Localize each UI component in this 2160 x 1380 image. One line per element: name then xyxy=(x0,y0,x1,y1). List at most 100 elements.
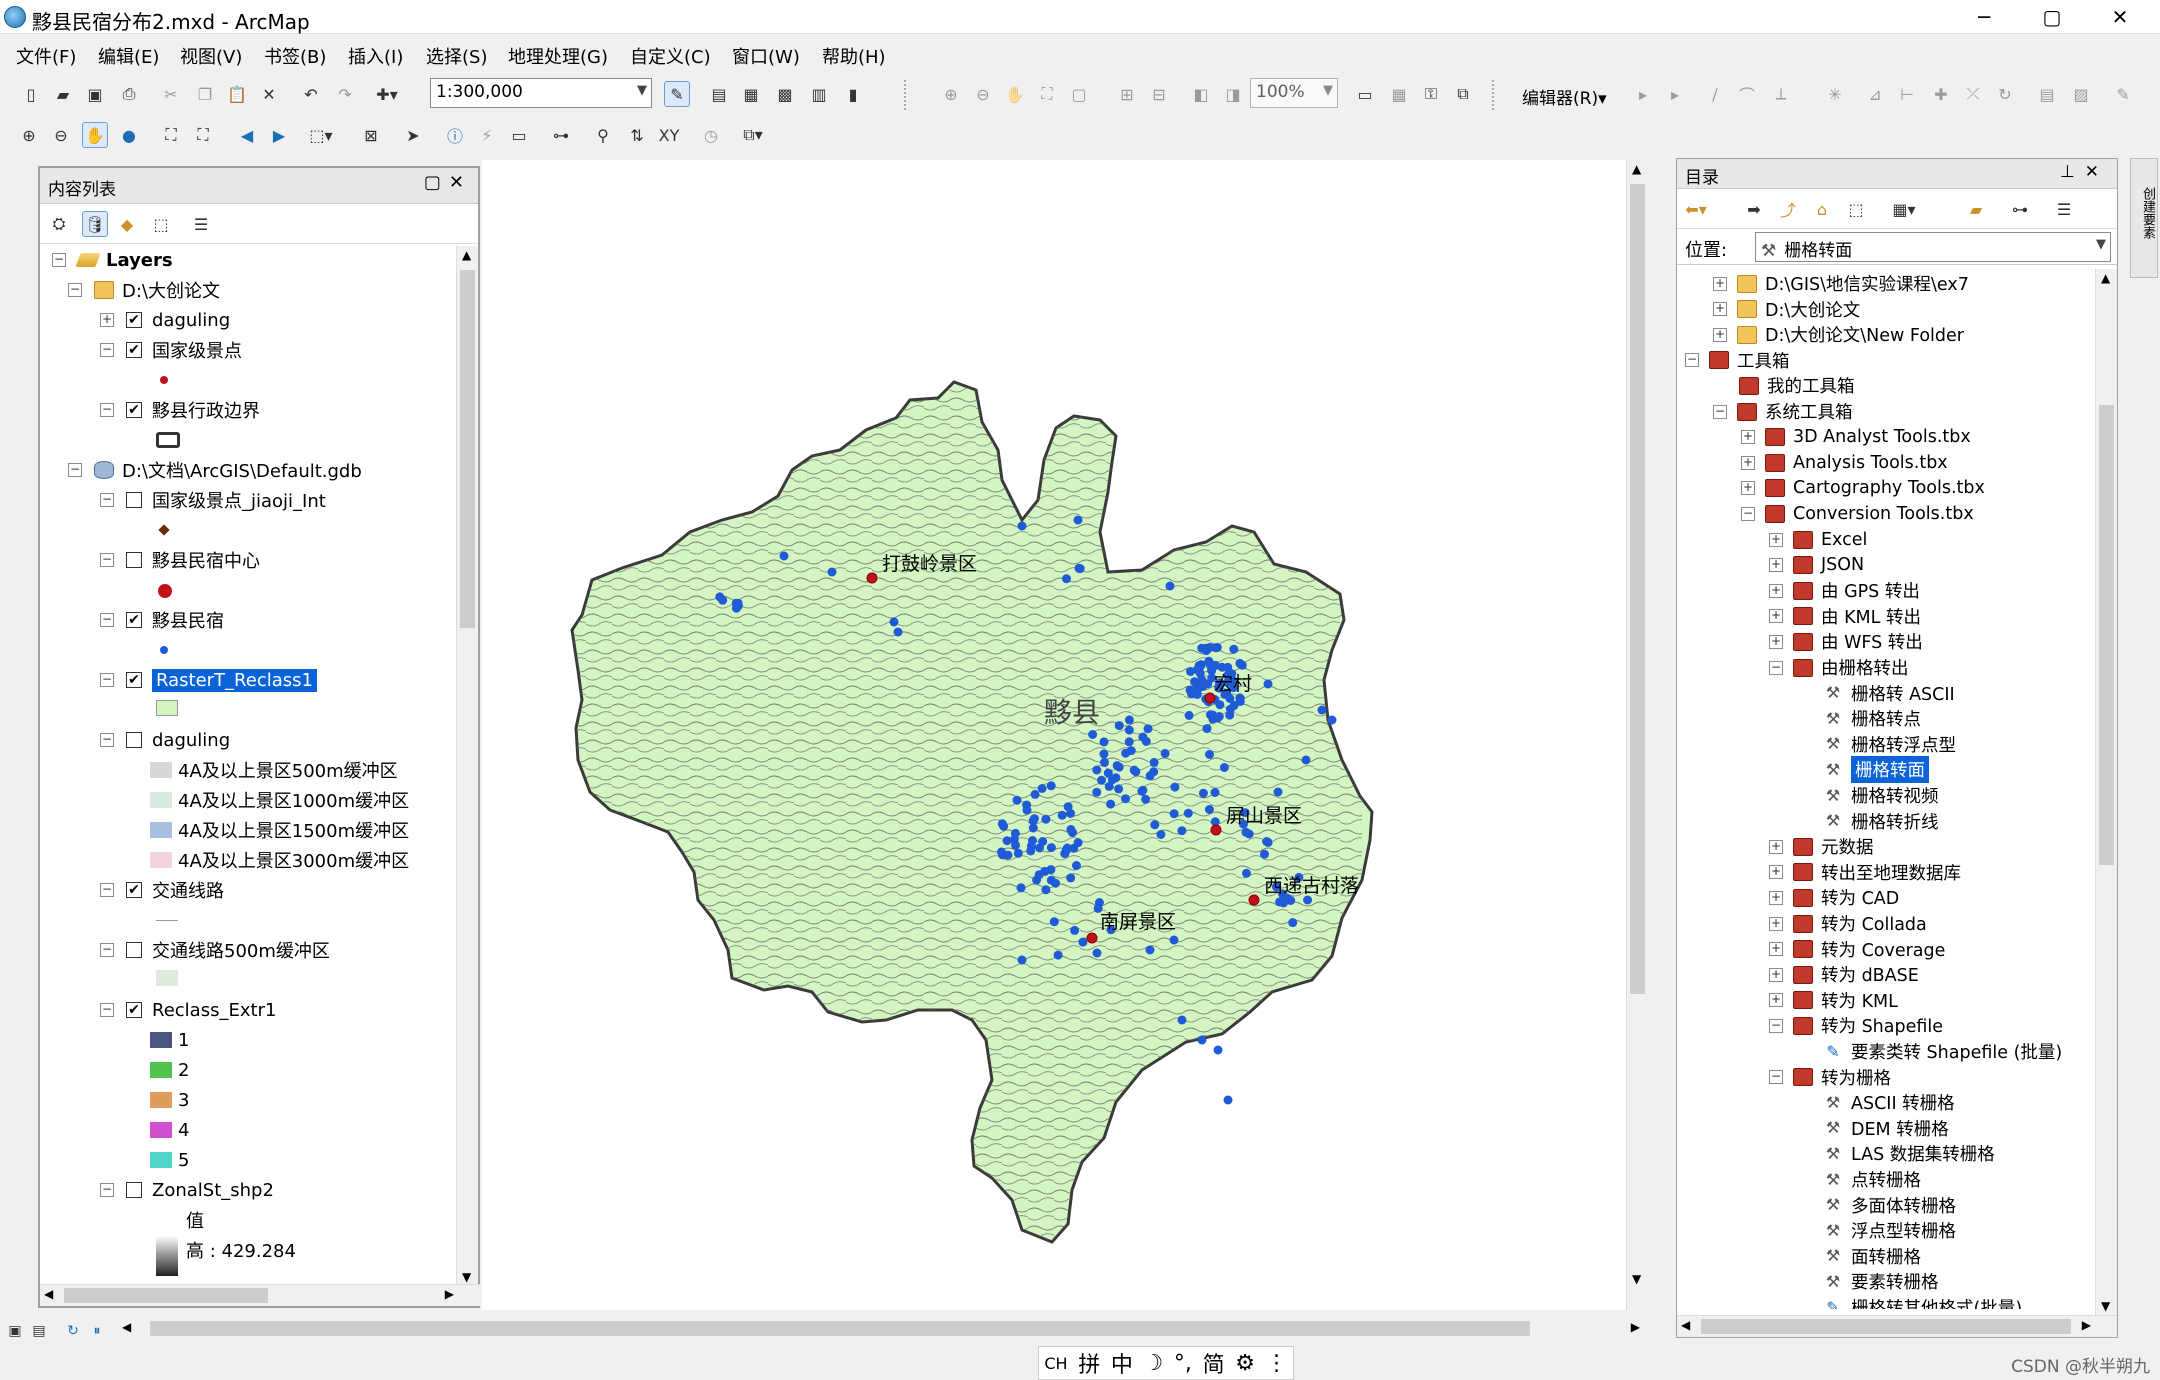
scenic-spot-nanping[interactable] xyxy=(1086,932,1098,944)
expand-icon[interactable]: + xyxy=(1769,583,1783,598)
zoom-whole-page-icon[interactable]: ⛶ xyxy=(1034,81,1060,107)
homestay-point[interactable] xyxy=(1213,1045,1223,1055)
scroll-up-icon[interactable]: ▲ xyxy=(2101,271,2110,285)
expand-icon[interactable]: + xyxy=(1769,993,1783,1008)
catalog-row[interactable]: + 转为 dBASE xyxy=(1769,962,1919,987)
map-vertical-scrollbar[interactable]: ▲ ▼ xyxy=(1626,160,1648,1310)
catalog-row[interactable]: − 转为栅格 xyxy=(1769,1065,1891,1090)
homestay-point[interactable] xyxy=(1034,870,1044,880)
minimize-button[interactable]: ─ xyxy=(1954,0,2014,34)
homestay-point[interactable] xyxy=(1184,710,1194,720)
catalog-row[interactable]: ⚒ 栅格转折线 xyxy=(1823,809,1939,834)
homestay-point[interactable] xyxy=(1046,865,1056,875)
map-canvas[interactable]: 打鼓岭景区 宏村 黟县 屏山景区 西递古村落 南屏景区 xyxy=(482,160,1648,1310)
homestay-point[interactable] xyxy=(1099,737,1109,747)
html-popup-icon[interactable]: ▭ xyxy=(506,122,532,148)
homestay-point[interactable] xyxy=(1193,683,1203,693)
catalog-row[interactable]: + D:\大创论文 xyxy=(1713,297,1860,322)
list-by-drawing-order-icon[interactable]: ⛭ xyxy=(46,211,72,237)
scroll-up-icon[interactable]: ▲ xyxy=(462,248,471,262)
delete-icon[interactable]: ✕ xyxy=(256,81,282,107)
homestay-point[interactable] xyxy=(1217,662,1227,672)
toc-row[interactable]: 4A及以上景区1500m缓冲区 xyxy=(150,816,409,844)
catalog-row[interactable]: ⚒ 多面体转栅格 xyxy=(1823,1193,1956,1218)
homestay-point[interactable] xyxy=(1124,725,1134,735)
edit-vertices-icon[interactable]: ⊿ xyxy=(1862,81,1888,107)
change-layout-icon[interactable]: ⚿ xyxy=(1418,81,1444,107)
homestay-point[interactable] xyxy=(1288,918,1298,928)
toc-row[interactable]: 高 : 429.284 xyxy=(186,1236,296,1264)
homestay-point[interactable] xyxy=(1145,945,1155,955)
catalog-row[interactable]: ✎ 要素类转 Shapefile (批量) xyxy=(1823,1039,2062,1064)
views-icon[interactable]: ▦▾ xyxy=(1891,196,1917,222)
cut-icon[interactable]: ✂ xyxy=(158,81,184,107)
scroll-down-icon[interactable]: ▼ xyxy=(462,1270,471,1284)
toc-row[interactable]: 2 xyxy=(150,1056,189,1084)
options-icon[interactable]: ☰ xyxy=(2051,196,2077,222)
sketch-properties-icon[interactable]: ▨ xyxy=(2068,81,2094,107)
homestay-point[interactable] xyxy=(1143,724,1153,734)
find-route-icon[interactable]: ⇅ xyxy=(624,122,650,148)
toc-row[interactable]: 4A及以上景区1000m缓冲区 xyxy=(150,786,409,814)
catalog-row[interactable]: ⚒ 点转栅格 xyxy=(1823,1167,1921,1192)
catalog-row[interactable]: ⚒ 栅格转浮点型 xyxy=(1823,732,1956,757)
homestay-point[interactable] xyxy=(1260,849,1269,859)
homestay-point[interactable] xyxy=(1301,755,1311,765)
homestay-point[interactable] xyxy=(1242,868,1251,878)
collapse-icon[interactable]: − xyxy=(1769,1018,1783,1033)
fixed-zoom-in-icon[interactable]: ⊕ xyxy=(938,81,964,107)
toc-row[interactable]: − 交通线路500m缓冲区 xyxy=(100,936,330,964)
expand-icon[interactable]: + xyxy=(1769,634,1783,649)
menu-help[interactable]: 帮助(H) xyxy=(822,43,886,69)
map-view[interactable]: 打鼓岭景区 宏村 黟县 屏山景区 西递古村落 南屏景区 ▲ ▼ xyxy=(482,160,1648,1310)
homestay-point[interactable] xyxy=(1177,826,1187,836)
homestay-point[interactable] xyxy=(1063,802,1073,812)
catalog-window-icon[interactable]: ▦ xyxy=(738,81,764,107)
scroll-down-icon[interactable]: ▼ xyxy=(1632,1272,1641,1286)
homestay-point[interactable] xyxy=(1229,700,1239,710)
rotate-icon[interactable]: ↻ xyxy=(1992,81,2018,107)
toc-row[interactable]: 4 xyxy=(150,1116,189,1144)
ime-more-icon[interactable]: ⋮ xyxy=(1266,1351,1288,1376)
catalog-row[interactable]: − 由栅格转出 xyxy=(1769,655,1909,680)
layer-visibility-checkbox[interactable]: ✔ xyxy=(126,672,142,688)
catalog-row[interactable]: + D:\GIS\地信实验课程\ex7 xyxy=(1713,271,1969,296)
back-extent-icon[interactable]: ◀ xyxy=(234,122,260,148)
toc-row[interactable]: − daguling xyxy=(100,726,230,754)
previous-extent-layout-icon[interactable]: ◧ xyxy=(1188,81,1214,107)
menu-file[interactable]: 文件(F) xyxy=(16,43,76,69)
editor-toolbar-icon[interactable]: ✎ xyxy=(664,81,690,107)
homestay-point[interactable] xyxy=(1177,1015,1187,1025)
catalog-row[interactable]: + Cartography Tools.tbx xyxy=(1741,476,1985,501)
collapse-icon[interactable]: − xyxy=(100,883,114,897)
homestay-point[interactable] xyxy=(779,551,789,561)
menu-customize[interactable]: 自定义(C) xyxy=(630,43,711,69)
print-icon[interactable]: ⎙ xyxy=(116,81,142,107)
scroll-thumb[interactable] xyxy=(460,270,475,628)
homestay-point[interactable] xyxy=(1062,574,1071,584)
homestay-point[interactable] xyxy=(1149,757,1159,767)
chevron-down-icon[interactable]: ▼ xyxy=(1323,83,1333,98)
close-button[interactable]: ✕ xyxy=(2090,0,2150,34)
homestay-point[interactable] xyxy=(1092,765,1102,775)
collapse-icon[interactable]: − xyxy=(68,283,82,297)
editor-menu[interactable]: 编辑器(R)▾ xyxy=(1522,84,1607,109)
homestay-point[interactable] xyxy=(827,567,837,577)
homestay-point[interactable] xyxy=(1041,814,1051,824)
create-features-icon[interactable]: ✎ xyxy=(2110,81,2136,107)
toc-row[interactable]: − 黟县民宿中心 xyxy=(100,546,260,574)
paste-icon[interactable]: 📋 xyxy=(224,81,250,107)
scroll-up-icon[interactable]: ▲ xyxy=(1632,162,1641,176)
catalog-row[interactable]: ⚒ 面转栅格 xyxy=(1823,1244,1921,1269)
catalog-row[interactable]: + Analysis Tools.tbx xyxy=(1741,450,1948,475)
toc-row[interactable]: − ✔ 国家级景点 xyxy=(100,336,242,364)
homestay-point[interactable] xyxy=(893,627,903,637)
collapse-icon[interactable]: − xyxy=(52,253,66,267)
menu-selection[interactable]: 选择(S) xyxy=(426,43,487,69)
menu-insert[interactable]: 插入(I) xyxy=(348,43,403,69)
homestay-point[interactable] xyxy=(997,847,1006,857)
homestay-point[interactable] xyxy=(715,592,725,602)
homestay-point[interactable] xyxy=(1197,1035,1207,1045)
end-point-arc-icon[interactable]: ⌒ xyxy=(1734,81,1760,107)
collapse-icon[interactable]: − xyxy=(100,733,114,747)
